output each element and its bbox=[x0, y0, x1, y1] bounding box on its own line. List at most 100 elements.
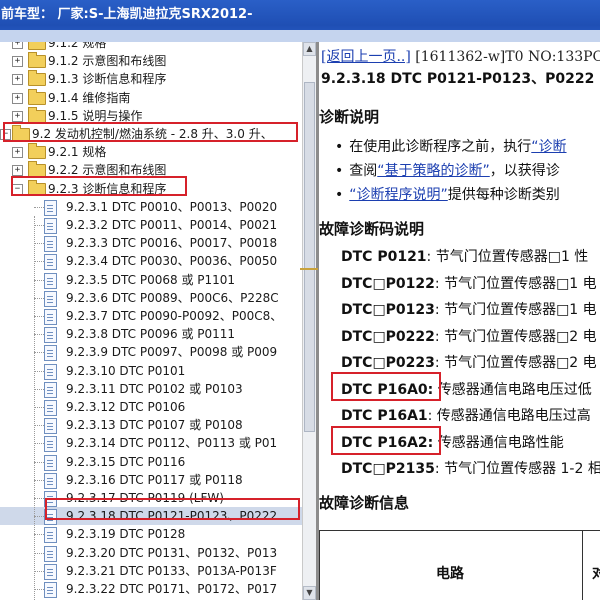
tree-doc-item[interactable]: 9.2.3.1 DTC P0010、P0013、P0020 bbox=[0, 198, 302, 216]
folder-icon bbox=[28, 42, 46, 50]
table-header-col2: 对 bbox=[592, 566, 600, 582]
bullet-item: • 查阅“基于策略的诊断”，以获得诊 bbox=[335, 163, 560, 179]
tree-vertical-scrollbar[interactable]: ▲ ▼ bbox=[302, 42, 316, 600]
tree-item-label: 9.2.3.1 DTC P0010、P0013、P0020 bbox=[66, 199, 278, 214]
tree-doc-item[interactable]: 9.2.3.7 DTC P0090-P0092、P00C8、 bbox=[0, 307, 302, 325]
document-icon bbox=[44, 272, 57, 289]
tree-item-label: 9.2.3.14 DTC P0112、P0113 或 P01 bbox=[66, 436, 278, 451]
highlight-box bbox=[331, 372, 441, 401]
tree-connector bbox=[34, 498, 44, 499]
scroll-up-button[interactable]: ▲ bbox=[303, 42, 316, 56]
tree-doc-item[interactable]: 9.2.3.13 DTC P0107 或 P0108 bbox=[0, 416, 302, 435]
tree-item-label: 9.2.3.8 DTC P0096 或 P0111 bbox=[66, 327, 236, 342]
expand-icon[interactable]: + bbox=[12, 147, 23, 159]
folder-icon bbox=[28, 143, 46, 160]
doc-info: [1611362-w]T0 NO:133PC bbox=[415, 49, 600, 65]
tree-item-label: 9.2.3.3 DTC P0016、P0017、P0018 bbox=[66, 236, 278, 251]
tree-connector bbox=[34, 425, 44, 427]
expand-icon[interactable]: + bbox=[12, 110, 23, 122]
back-link[interactable]: [返回上一页..] bbox=[321, 49, 411, 65]
tree-doc-item[interactable]: 9.2.3.20 DTC P0131、P0132、P013 bbox=[0, 544, 302, 562]
tree-connector bbox=[34, 461, 44, 463]
folder-icon bbox=[28, 70, 46, 87]
document-icon bbox=[44, 527, 57, 544]
tree-doc-item[interactable]: 9.2.3.21 DTC P0133、P013A-P013F bbox=[0, 562, 302, 580]
scrollbar-thumb[interactable] bbox=[304, 82, 315, 432]
dtc-code: DTC□P0222 bbox=[341, 328, 435, 345]
expand-icon[interactable]: + bbox=[12, 74, 23, 86]
tree-doc-item[interactable]: 9.2.3.19 DTC P0128 bbox=[0, 525, 302, 544]
tree-connector bbox=[34, 589, 44, 590]
tree-connector bbox=[34, 243, 44, 245]
tree-doc-item[interactable]: 9.2.3.4 DTC P0030、P0036、P0050 bbox=[0, 252, 302, 271]
dtc-description: 传感器通信电路电压过低 bbox=[433, 381, 592, 398]
bullet-item: • “诊断程序说明”提供每种诊断类别 bbox=[335, 187, 560, 203]
tree-item-label: 9.2.3.16 DTC P0117 或 P0118 bbox=[66, 472, 243, 487]
tree-folder-item[interactable]: +9.1.2 示意图和布线图 bbox=[0, 52, 302, 70]
tree-connector bbox=[34, 370, 44, 372]
tree-item-label: 9.2.3.20 DTC P0131、P0132、P013 bbox=[66, 545, 278, 560]
dtc-description: : 节气门位置传感器□2 电 bbox=[434, 328, 597, 345]
dtc-row: DTC P16A1: 传感器通信电路电压过高 bbox=[341, 405, 591, 425]
dtc-code: DTC□P0123 bbox=[341, 302, 435, 318]
tree-folder-item[interactable]: +9.1.2 规格 bbox=[0, 42, 302, 52]
table-header-circuit: 电路 bbox=[436, 566, 464, 582]
tree-doc-item[interactable]: 9.2.3.11 DTC P0102 或 P0103 bbox=[0, 380, 302, 398]
dtc-description: : 节气门位置传感器□1 电 bbox=[434, 275, 597, 292]
tree-guide-line bbox=[34, 216, 35, 600]
expand-icon[interactable]: + bbox=[12, 56, 23, 68]
dtc-code: DTC□P0223 bbox=[341, 355, 435, 371]
tree-item-label: 9.2.3.7 DTC P0090-P0092、P00C8、 bbox=[66, 309, 283, 323]
tree-doc-item[interactable]: 9.2.3.3 DTC P0016、P0017、P0018 bbox=[0, 234, 302, 253]
tree-doc-item[interactable]: 9.2.3.8 DTC P0096 或 P0111 bbox=[0, 325, 302, 344]
navigation-tree[interactable]: +9.1.2 规格 +9.1.2 示意图和布线图 +9.1.3 诊断信息和程序 +9.… bbox=[0, 42, 302, 600]
tree-folder-item[interactable]: +9.2.1 规格 bbox=[0, 143, 302, 161]
expand-icon[interactable]: + bbox=[12, 42, 23, 49]
procedure-desc-link[interactable]: “诊断程序说明” bbox=[349, 187, 448, 203]
expand-icon[interactable]: + bbox=[12, 165, 23, 177]
folder-icon bbox=[28, 52, 46, 69]
tree-doc-item[interactable]: 9.2.3.9 DTC P0097、P0098 或 P009 bbox=[0, 343, 302, 362]
window-titlebar: 当前车型： 厂家:S-上海凯迪拉克SRX2012- bbox=[0, 0, 600, 42]
tree-connector bbox=[34, 334, 44, 336]
tree-connector bbox=[34, 279, 44, 281]
scroll-down-button[interactable]: ▼ bbox=[303, 586, 316, 600]
tree-doc-item[interactable]: 9.2.3.15 DTC P0116 bbox=[0, 453, 302, 471]
dtc-description: : 节气门位置传感器 1-2 相 bbox=[434, 461, 600, 477]
bullet-item: • 在使用此诊断程序之前，执行“诊断 bbox=[335, 139, 567, 155]
dtc-row: DTC□P0122: 节气门位置传感器□1 电 bbox=[341, 273, 597, 293]
dtc-row: DTC□P2135: 节气门位置传感器 1-2 相 bbox=[341, 458, 600, 478]
tree-folder-item[interactable]: +9.1.4 维修指南 bbox=[0, 88, 302, 107]
document-icon bbox=[44, 345, 57, 362]
document-icon bbox=[44, 582, 57, 598]
tree-doc-item[interactable]: 9.2.3.10 DTC P0101 bbox=[0, 362, 302, 380]
expand-icon[interactable]: + bbox=[12, 92, 23, 104]
strategy-diag-link[interactable]: “基于策略的诊断” bbox=[377, 163, 490, 179]
diag-link[interactable]: “诊断 bbox=[531, 139, 566, 155]
tree-item-label: 9.2.3.2 DTC P0011、P0014、P0021 bbox=[66, 218, 278, 232]
document-icon bbox=[44, 309, 57, 325]
dtc-description: : 节气门位置传感器□1 电 bbox=[434, 302, 597, 318]
tree-doc-item[interactable]: 9.2.3.5 DTC P0068 或 P1101 bbox=[0, 271, 302, 289]
tree-item-label: 9.2.3.21 DTC P0133、P013A-P013F bbox=[66, 563, 277, 578]
tree-doc-item[interactable]: 9.2.3.22 DTC P0171、P0172、P017 bbox=[0, 580, 302, 598]
tree-doc-item[interactable]: 9.2.3.16 DTC P0117 或 P0118 bbox=[0, 471, 302, 489]
tree-doc-item[interactable]: 9.2.3.2 DTC P0011、P0014、P0021 bbox=[0, 216, 302, 234]
tree-connector bbox=[34, 297, 44, 299]
document-icon bbox=[44, 327, 57, 344]
folder-icon bbox=[28, 106, 46, 123]
tree-item-label: 9.1.3 诊断信息和程序 bbox=[48, 72, 167, 87]
tree-connector bbox=[34, 388, 44, 390]
tree-doc-item[interactable]: 9.2.3.14 DTC P0112、P0113 或 P01 bbox=[0, 434, 302, 453]
dtc-code: DTC P0121 bbox=[341, 249, 427, 265]
dtc-code: DTC□P0122 bbox=[341, 275, 435, 292]
document-icon bbox=[44, 418, 57, 435]
document-icon bbox=[44, 400, 57, 416]
tree-item-label: 9.2.1 规格 bbox=[48, 145, 107, 160]
tree-item-label: 9.2.3.5 DTC P0068 或 P1101 bbox=[66, 272, 236, 287]
breadcrumb: [返回上一页..] [1611362-w]T0 NO:133PC bbox=[321, 46, 600, 66]
tree-folder-item[interactable]: +9.1.3 诊断信息和程序 bbox=[0, 70, 302, 88]
tree-doc-item[interactable]: 9.2.3.12 DTC P0106 bbox=[0, 398, 302, 416]
tree-doc-item[interactable]: 9.2.3.6 DTC P0089、P00C6、P228C bbox=[0, 289, 302, 307]
document-icon bbox=[44, 363, 57, 380]
